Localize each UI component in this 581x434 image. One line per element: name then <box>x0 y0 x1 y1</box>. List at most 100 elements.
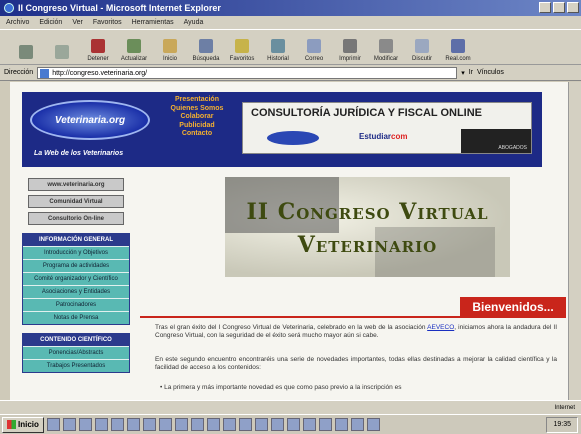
address-input[interactable]: http://congreso.veterinaria.org/ <box>37 66 458 79</box>
address-url: http://congreso.veterinaria.org/ <box>52 69 148 77</box>
realcom-icon <box>451 39 465 53</box>
maximize-button[interactable] <box>553 2 565 13</box>
taskbar-app-icon[interactable] <box>238 418 252 431</box>
taskbar-app-icon[interactable] <box>334 418 348 431</box>
stop-icon <box>91 39 105 53</box>
nav-contacto[interactable]: Contacto <box>162 130 232 139</box>
mail-button[interactable]: Correo <box>296 30 332 64</box>
discuss-button[interactable]: Discutir <box>404 30 440 64</box>
sidebar-btn-veterinaria[interactable]: www.veterinaria.org <box>28 178 124 191</box>
refresh-icon <box>127 39 141 53</box>
edit-button[interactable]: Modificar <box>368 30 404 64</box>
bullet-item: • La primera y más importante novedad es… <box>160 384 402 391</box>
ad-brand-suffix: com <box>391 132 408 141</box>
sidebar-item-ponencias[interactable]: Ponencias/Abstracts <box>23 346 129 359</box>
menu-herramientas[interactable]: Herramientas <box>132 19 174 26</box>
stop-button[interactable]: Detener <box>80 30 116 64</box>
home-icon <box>163 39 177 53</box>
start-button[interactable]: Inicio <box>2 416 44 433</box>
taskbar-app-icon[interactable] <box>318 418 332 431</box>
refresh-button[interactable]: Actualizar <box>116 30 152 64</box>
taskbar-clock: 19:35 <box>546 416 578 433</box>
sidebar-item-trabajos[interactable]: Trabajos Presentados <box>23 359 129 372</box>
taskbar-app-icon[interactable] <box>142 418 156 431</box>
aeveco-link[interactable]: AEVECO <box>427 324 454 331</box>
taskbar-app-icon[interactable] <box>302 418 316 431</box>
hero-title-line1: II Congreso Virtual <box>246 199 489 225</box>
heading-rule <box>140 316 566 318</box>
address-bar: Dirección http://congreso.veterinaria.or… <box>0 65 581 81</box>
menu-ayuda[interactable]: Ayuda <box>184 19 204 26</box>
quicklaunch-icon[interactable] <box>78 418 92 431</box>
search-button[interactable]: Búsqueda <box>188 30 224 64</box>
taskbar-app-icon[interactable] <box>366 418 380 431</box>
forward-icon <box>55 45 69 59</box>
window-title: II Congreso Virtual - Microsoft Internet… <box>18 3 221 13</box>
taskbar-app-icon[interactable] <box>174 418 188 431</box>
home-button[interactable]: Inicio <box>152 30 188 64</box>
links-button[interactable]: Vínculos <box>477 69 504 76</box>
site-logo[interactable]: Veterinaria.org <box>30 100 150 140</box>
favorites-icon <box>235 39 249 53</box>
close-button[interactable] <box>567 2 579 13</box>
search-icon <box>199 39 213 53</box>
taskbar-app-icon[interactable] <box>222 418 236 431</box>
realcom-button[interactable]: Real.com <box>440 30 476 64</box>
sidebar-item-asociaciones[interactable]: Asociaciones y Entidades <box>23 285 129 298</box>
taskbar-app-icon[interactable] <box>110 418 124 431</box>
top-nav: Presentación Quienes Somos Colaborar Pub… <box>162 96 232 139</box>
hero-title-line2: Veterinario <box>297 232 438 258</box>
taskbar-app-icon[interactable] <box>350 418 364 431</box>
quicklaunch-icon[interactable] <box>62 418 76 431</box>
ad-brand-text: Estudiar <box>359 132 392 141</box>
windows-logo-icon <box>7 420 16 429</box>
site-banner: Veterinaria.org La Web de los Veterinari… <box>22 92 542 167</box>
back-button[interactable] <box>8 30 44 64</box>
sidebar-btn-consultorio[interactable]: Consultorio On-line <box>28 212 124 225</box>
menu-edicion[interactable]: Edición <box>39 19 62 26</box>
toolbar: Detener Actualizar Inicio Búsqueda Favor… <box>0 29 581 65</box>
nav-quienes-somos[interactable]: Quienes Somos <box>162 105 232 114</box>
go-button[interactable]: Ir <box>469 69 473 76</box>
sidebar-section-cientifico: CONTENIDO CIENTÍFICO Ponencias/Abstracts… <box>22 333 130 373</box>
forward-button[interactable] <box>44 30 80 64</box>
taskbar-app-icon[interactable] <box>254 418 268 431</box>
sidebar-item-patrocinadores[interactable]: Patrocinadores <box>23 298 129 311</box>
print-button[interactable]: Imprimir <box>332 30 368 64</box>
taskbar-app-icon[interactable] <box>126 418 140 431</box>
window-controls <box>539 2 579 13</box>
ad-banner[interactable]: CONSULTORÍA JURÍDICA Y FISCAL ONLINE Est… <box>242 102 532 154</box>
menu-archivo[interactable]: Archivo <box>6 19 29 26</box>
sidebar-item-comite[interactable]: Comité organizador y Científico <box>23 272 129 285</box>
taskbar-app-icon[interactable] <box>190 418 204 431</box>
sidebar-item-notas-prensa[interactable]: Notas de Prensa <box>23 311 129 324</box>
taskbar-app-icon[interactable] <box>94 418 108 431</box>
sidebar-btn-comunidad[interactable]: Comunidad Virtual <box>28 195 124 208</box>
taskbar-app-icon[interactable] <box>286 418 300 431</box>
taskbar-app-icon[interactable] <box>270 418 284 431</box>
nav-publicidad[interactable]: Publicidad <box>162 122 232 131</box>
quicklaunch-icon[interactable] <box>46 418 60 431</box>
taskbar-app-icon[interactable] <box>158 418 172 431</box>
menu-bar: Archivo Edición Ver Favoritos Herramient… <box>0 16 581 29</box>
chevron-down-icon[interactable]: ▾ <box>461 69 465 77</box>
status-bar: Internet <box>0 400 581 414</box>
ad-logo-icon <box>267 131 319 145</box>
nav-presentacion[interactable]: Presentación <box>162 96 232 105</box>
menu-ver[interactable]: Ver <box>72 19 83 26</box>
congress-hero-image: II Congreso Virtual Veterinario <box>225 177 510 277</box>
taskbar-app-icon[interactable] <box>206 418 220 431</box>
section-heading: CONTENIDO CIENTÍFICO <box>23 334 129 346</box>
print-icon <box>343 39 357 53</box>
minimize-button[interactable] <box>539 2 551 13</box>
window-titlebar[interactable]: II Congreso Virtual - Microsoft Internet… <box>0 0 581 16</box>
sidebar-item-introduccion[interactable]: Introducción y Objetivos <box>23 246 129 259</box>
history-button[interactable]: Historial <box>260 30 296 64</box>
vertical-scrollbar[interactable] <box>568 82 581 400</box>
favorites-button[interactable]: Favoritos <box>224 30 260 64</box>
nav-colaborar[interactable]: Colaborar <box>162 113 232 122</box>
novedades-paragraph: En este segundo encuentro encontraréis u… <box>155 356 557 371</box>
site-tagline: La Web de los Veterinarios <box>34 150 124 157</box>
menu-favoritos[interactable]: Favoritos <box>93 19 122 26</box>
sidebar-item-programa[interactable]: Programa de actividades <box>23 259 129 272</box>
